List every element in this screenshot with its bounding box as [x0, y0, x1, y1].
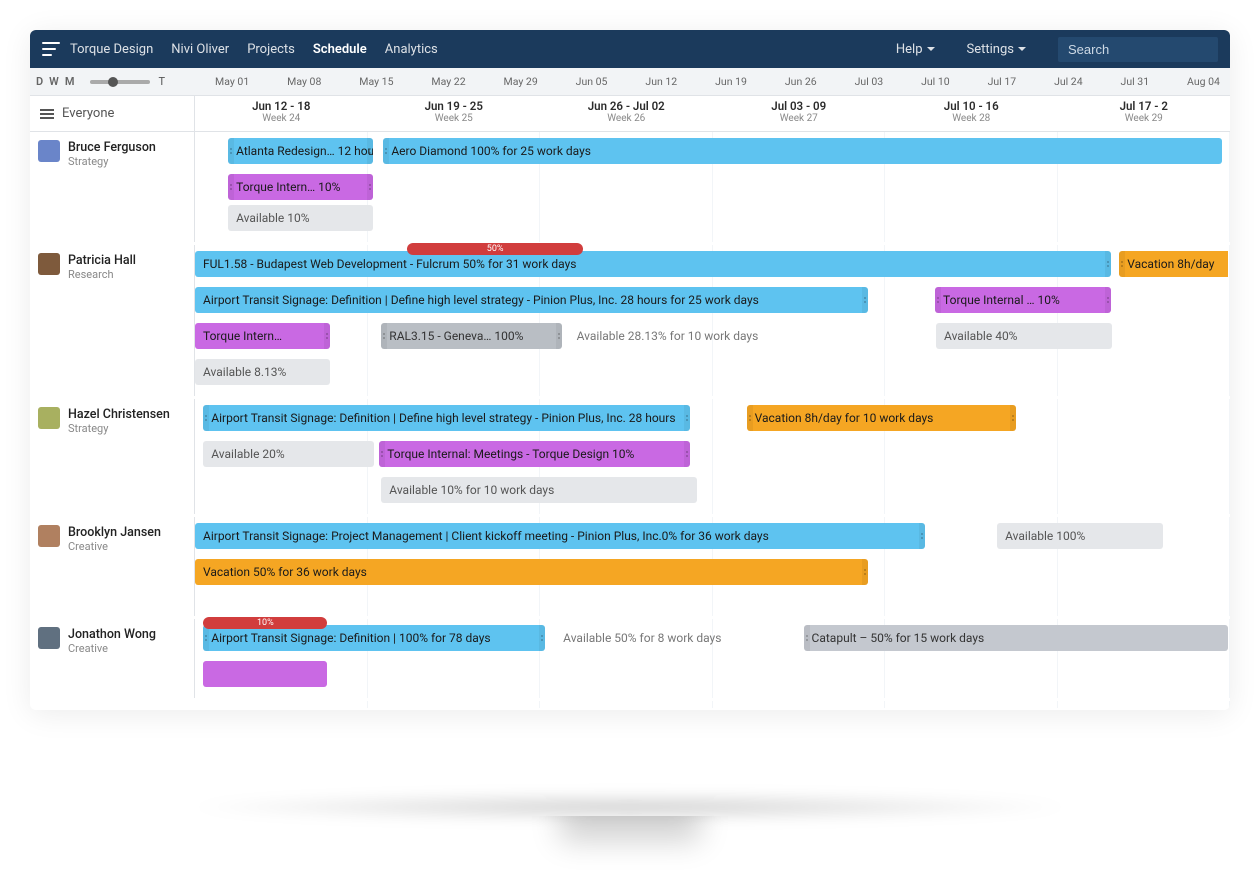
week-col[interactable]: Jul 03 - 09Week 27 [713, 96, 886, 131]
task-bar[interactable] [203, 661, 327, 687]
person-cell[interactable]: Bruce Ferguson Strategy [30, 132, 195, 242]
avatar [38, 525, 60, 547]
zoom-toggle[interactable]: D W M [36, 75, 74, 88]
schedule-row: Patricia Hall Research 50% FUL1.58 - Bud… [30, 245, 1230, 399]
zoom-day[interactable]: D [36, 75, 43, 88]
task-bar[interactable]: FUL1.58 - Budapest Web Development - Ful… [195, 251, 1111, 277]
task-bar[interactable]: Torque Intern… [195, 323, 330, 349]
week-col[interactable]: Jun 19 - 25Week 25 [368, 96, 541, 131]
person-role: Research [68, 268, 136, 281]
person-role: Strategy [68, 155, 156, 168]
person-cell[interactable]: Hazel Christensen Strategy [30, 399, 195, 514]
avatar [38, 407, 60, 429]
overload-badge: 50% [407, 243, 583, 255]
person-name: Jonathon Wong [68, 627, 156, 642]
nav-org[interactable]: Torque Design [70, 42, 153, 57]
person-role: Strategy [68, 422, 170, 435]
task-bar[interactable]: Airport Transit Signage: Definition | De… [203, 405, 689, 431]
availability-bar[interactable]: Available 10% [228, 205, 373, 231]
top-nav: Torque Design Nivi Oliver Projects Sched… [30, 30, 1230, 68]
nav-user[interactable]: Nivi Oliver [171, 42, 229, 57]
schedule-row: Jonathon Wong Creative 10% Airport Trans… [30, 619, 1230, 701]
task-bar[interactable]: Catapult – 50% for 15 work days [804, 625, 1228, 651]
person-name: Patricia Hall [68, 253, 136, 268]
week-col[interactable]: Jul 10 - 16Week 28 [885, 96, 1058, 131]
availability-bar[interactable]: Available 50% for 8 work days [555, 625, 803, 651]
mini-timeline[interactable]: May 01 May 08 May 15 May 22 May 29 Jun 0… [165, 75, 1224, 88]
task-bar[interactable]: Aero Diamond 100% for 25 work days [383, 138, 1221, 164]
zoom-week[interactable]: W [49, 75, 59, 88]
week-col[interactable]: Jun 26 - Jul 02Week 26 [540, 96, 713, 131]
task-bar[interactable]: Airport Transit Signage: Definition | De… [195, 287, 868, 313]
week-col[interactable]: Jun 12 - 18Week 24 [195, 96, 368, 131]
availability-bar[interactable]: Available 28.13% for 10 work days [569, 323, 936, 349]
slider-handle[interactable] [108, 77, 118, 87]
vacation-bar[interactable]: Vacation 8h/day for 10 work days [747, 405, 1016, 431]
logo-icon[interactable] [42, 42, 60, 56]
task-bar[interactable]: Torque Internal … 10% [935, 287, 1111, 313]
person-name: Hazel Christensen [68, 407, 170, 422]
task-bar[interactable]: Torque Internal: Meetings - Torque Desig… [379, 441, 690, 467]
availability-bar[interactable]: Available 10% for 10 work days [381, 477, 697, 503]
nav-analytics[interactable]: Analytics [385, 42, 438, 57]
zoom-today[interactable]: T [158, 75, 165, 88]
overload-badge: 10% [203, 617, 327, 629]
availability-bar[interactable]: Available 20% [203, 441, 374, 467]
person-cell[interactable]: Brooklyn Jansen Creative [30, 517, 195, 616]
availability-bar[interactable]: Available 40% [936, 323, 1112, 349]
availability-bar[interactable]: Available 100% [997, 523, 1163, 549]
avatar [38, 140, 60, 162]
vacation-bar[interactable]: Vacation 8h/day [1119, 251, 1228, 277]
person-name: Bruce Ferguson [68, 140, 156, 155]
zoom-month[interactable]: M [65, 75, 75, 88]
scope-label[interactable]: Everyone [62, 106, 114, 121]
task-bar[interactable]: RAL3.15 - Geneva… 100% [381, 323, 562, 349]
nav-schedule[interactable]: Schedule [313, 42, 367, 57]
task-bar[interactable]: Airport Transit Signage: Project Managem… [195, 523, 925, 549]
search-input[interactable] [1058, 37, 1218, 62]
avatar [38, 627, 60, 649]
week-col[interactable]: Jul 17 - 2Week 29 [1058, 96, 1231, 131]
help-menu[interactable]: Help [896, 42, 935, 57]
availability-bar [555, 661, 803, 687]
schedule-row: Brooklyn Jansen Creative Airport Transit… [30, 517, 1230, 619]
settings-menu[interactable]: Settings [967, 42, 1026, 57]
schedule-row: Bruce Ferguson Strategy Atlanta Redesign… [30, 132, 1230, 245]
vacation-bar[interactable]: Vacation 50% for 36 work days [195, 559, 868, 585]
filter-icon[interactable] [40, 109, 54, 119]
person-cell[interactable]: Patricia Hall Research [30, 245, 195, 396]
person-name: Brooklyn Jansen [68, 525, 161, 540]
avatar [38, 253, 60, 275]
person-role: Creative [68, 540, 161, 553]
person-cell[interactable]: Jonathon Wong Creative [30, 619, 195, 698]
zoom-slider[interactable] [90, 80, 150, 84]
nav-projects[interactable]: Projects [247, 42, 295, 57]
task-bar[interactable]: Torque Intern… 10% [228, 174, 373, 200]
timeline-subbar: D W M T May 01 May 08 May 15 May 22 May … [30, 68, 1230, 96]
availability-bar[interactable]: Available 8.13% [195, 359, 330, 385]
monitor-shadow [180, 792, 1080, 822]
person-role: Creative [68, 642, 156, 655]
task-bar[interactable]: Atlanta Redesign… 12 hours [228, 138, 373, 164]
week-header: Everyone Jun 12 - 18Week 24 Jun 19 - 25W… [30, 96, 1230, 132]
schedule-row: Hazel Christensen Strategy Airport Trans… [30, 399, 1230, 517]
